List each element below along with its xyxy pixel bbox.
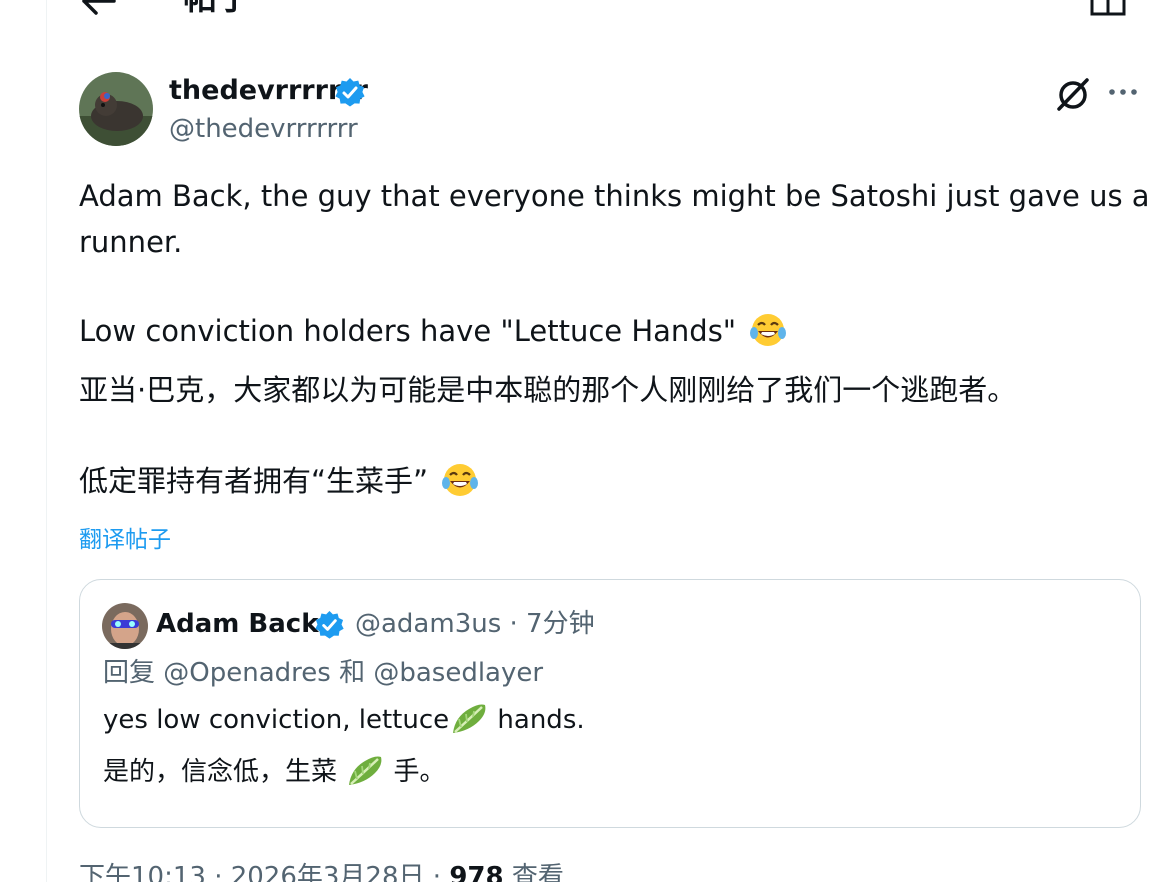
column-divider — [46, 0, 47, 882]
quote-text-line: 是的，信念低，生菜 手。 — [103, 753, 446, 790]
reader-mode-icon[interactable] — [1088, 0, 1128, 18]
lettuce-emoji — [453, 704, 486, 733]
quote-text: hands. — [489, 705, 585, 735]
post-text-line: 亚当·巴克，大家都以为可能是中本聪的那个人刚刚给了我们一个逃跑者。 — [79, 373, 1017, 407]
quote-author-handle-time[interactable]: @adam3us · 7分钟 — [355, 607, 595, 641]
views-count: 978 — [449, 862, 504, 882]
post-text-line: Adam Back, the guy that everyone thinks … — [79, 179, 1150, 213]
verified-badge-icon — [315, 610, 344, 639]
translate-post-link[interactable]: 翻译帖子 — [79, 524, 171, 556]
quoted-post-card[interactable]: Adam Back @adam3us · 7分钟 回复 @Openadres 和… — [79, 579, 1141, 828]
post-text-line: 低定罪持有者拥有“生菜手” — [79, 461, 479, 501]
lettuce-emoji — [349, 756, 382, 785]
back-arrow-icon[interactable] — [78, 0, 118, 16]
grok-icon[interactable] — [1055, 76, 1091, 112]
more-icon[interactable] — [1106, 80, 1140, 104]
post-text-line: Low conviction holders have "Lettuce Han… — [79, 311, 787, 351]
verified-badge-icon — [335, 78, 365, 107]
tears-of-joy-emoji — [750, 314, 787, 346]
quote-author-name[interactable]: Adam Back — [156, 607, 319, 641]
quote-text-line: yes low conviction, lettuce hands. — [103, 701, 585, 738]
post-timestamp[interactable]: 下午10:13 · 2026年3月28日 · — [79, 862, 449, 882]
post-text-line: runner. — [79, 225, 183, 259]
tears-of-joy-emoji — [442, 464, 479, 496]
post-text: 低定罪持有者拥有“生菜手” — [79, 464, 429, 498]
post-page: 帖子 thedevrrrrrrr @thedevrrrrrrr Adam Bac… — [0, 0, 1163, 882]
post-text: Low conviction holders have "Lettuce Han… — [79, 314, 737, 348]
author-avatar[interactable] — [79, 72, 153, 146]
views-label: 查看 — [503, 862, 564, 882]
author-handle[interactable]: @thedevrrrrrrr — [169, 112, 358, 146]
page-title: 帖子 — [183, 0, 251, 18]
quote-text: 是的，信念低，生菜 — [103, 757, 346, 787]
quote-text: 手。 — [385, 757, 446, 787]
quote-text: yes low conviction, lettuce — [103, 705, 450, 735]
post-timestamp-row: 下午10:13 · 2026年3月28日 · 978 查看 — [79, 860, 564, 882]
reply-to-text: 回复 @Openadres 和 @basedlayer — [103, 658, 544, 688]
quote-author-avatar[interactable] — [102, 603, 148, 649]
